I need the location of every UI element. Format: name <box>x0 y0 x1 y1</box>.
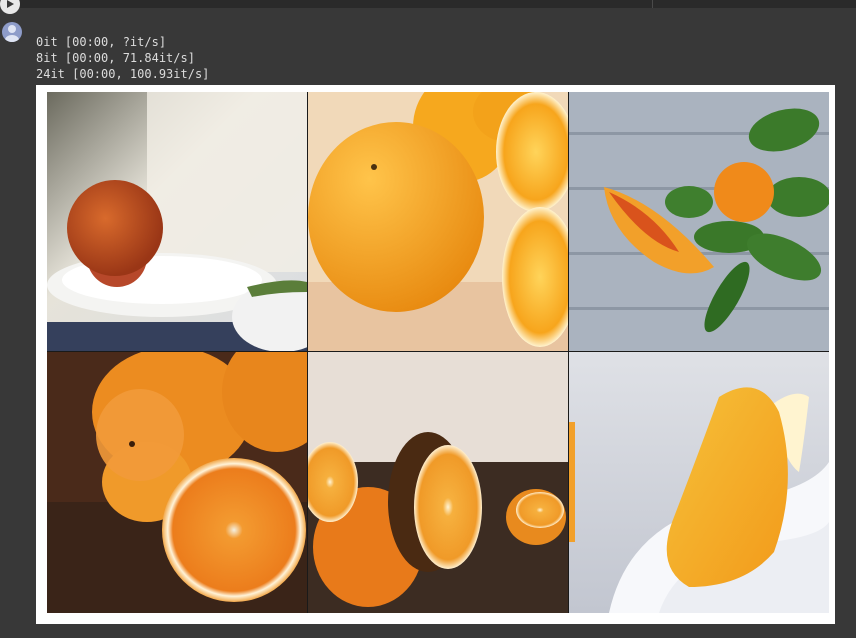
cell-header-bar <box>0 0 856 8</box>
user-avatar-icon <box>5 25 19 42</box>
progress-line: 8it [00:00, 71.84it/s] <box>36 51 195 65</box>
grid-image-orange-on-plate <box>47 92 307 351</box>
image-grid <box>47 92 829 613</box>
grid-image-orange-slices <box>47 352 307 613</box>
grid-image-orange-with-leaves <box>569 92 829 351</box>
output-avatar <box>2 22 22 42</box>
grid-image-mango-slice <box>569 352 829 613</box>
run-cell-button[interactable] <box>0 0 20 14</box>
header-divider <box>652 0 653 8</box>
cell-output-text: 0it [00:00, ?it/s] 8it [00:00, 71.84it/s… <box>36 34 209 82</box>
progress-line: 0it [00:00, ?it/s] <box>36 35 167 49</box>
play-icon <box>7 0 14 8</box>
progress-line: 24it [00:00, 100.93it/s] <box>36 67 210 81</box>
grid-image-whole-oranges <box>308 92 568 351</box>
grid-image-cut-orange-halves <box>308 352 568 613</box>
output-figure <box>36 85 835 624</box>
